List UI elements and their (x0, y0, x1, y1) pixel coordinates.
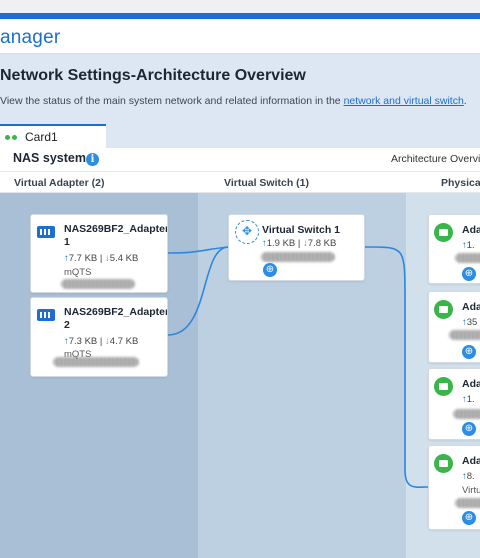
page-description: View the status of the main system netwo… (0, 95, 467, 107)
physical-traffic: ↑1. (462, 394, 475, 405)
column-title: Virtual Switch (1) (224, 177, 309, 189)
physical-traffic: ↑1. (462, 240, 475, 251)
upload-value: 7.7 KB (68, 253, 98, 264)
upload-value: 7.3 KB (68, 336, 98, 347)
globe-icon: ⊕ (462, 345, 476, 359)
column-header-virtual-switch: Virtual Switch (1) (198, 171, 406, 193)
tab-card1[interactable]: Card1 (0, 124, 106, 148)
app-title: anager (0, 27, 61, 48)
adapter-name: NAS269BF2_Adapter 1 (64, 223, 168, 248)
physical-adapter-card[interactable]: Ada ↑1. ⊕ (428, 214, 480, 284)
page-title: Network Settings-Architecture Overview (0, 67, 306, 84)
physical-adapter-card[interactable]: Ada ↑8. Virtu ⊕ (428, 445, 480, 530)
physical-traffic: ↑35 (462, 317, 477, 328)
redacted-text (455, 498, 480, 508)
page-header: Network Settings-Architecture Overview V… (0, 54, 480, 122)
accent-strip (0, 13, 480, 19)
network-adapter-icon (37, 309, 55, 321)
column-title: Physical (441, 177, 480, 189)
system-name: NAS system (13, 151, 86, 165)
download-value: 4.7 KB (109, 336, 139, 347)
physical-port-icon (434, 300, 453, 319)
upload-value: 35 (466, 317, 478, 328)
separator: | (297, 238, 301, 249)
redacted-text (53, 357, 139, 367)
globe-icon: ⊕ (263, 263, 277, 277)
download-value: 7.8 KB (307, 238, 337, 249)
app-header: anager (0, 20, 480, 54)
physical-adapter-card[interactable]: Ada ↑35 ⊕ (428, 291, 480, 363)
redacted-text (61, 279, 135, 289)
globe-icon: ⊕ (462, 422, 476, 436)
physical-subtitle: Virtu (462, 485, 480, 496)
physical-name: Ada (462, 224, 480, 236)
physical-adapter-card[interactable]: Ada ↑1. ⊕ (428, 368, 480, 440)
physical-port-icon (434, 454, 453, 473)
virtual-switch-icon: ✥ (235, 220, 259, 244)
redacted-text (449, 330, 480, 340)
physical-name: Ada (462, 301, 480, 313)
switch-name: Virtual Switch 1 (262, 224, 340, 236)
separator: | (99, 253, 103, 264)
architecture-overview-label: Architecture Overvie (391, 153, 480, 165)
physical-name: Ada (462, 378, 480, 390)
switch-traffic: ↑1.9 KB | ↓7.8 KB (262, 238, 336, 249)
adapter-subtitle: mQTS (64, 267, 92, 278)
physical-traffic: ↑8. (462, 471, 475, 482)
adapter-card-1[interactable]: NAS269BF2_Adapter 1 ↑7.7 KB | ↓5.4 KB mQ… (30, 214, 168, 293)
info-icon[interactable]: i (86, 153, 99, 166)
column-header-physical: Physical (406, 171, 480, 193)
tab-bar: Card1 (0, 122, 480, 148)
virtual-switch-card[interactable]: ✥ Virtual Switch 1 ↑1.9 KB | ↓7.8 KB ⊕ (228, 214, 365, 281)
adapter-card-2[interactable]: NAS269BF2_Adapter 2 ↑7.3 KB | ↓4.7 KB mQ… (30, 297, 168, 377)
column-header-virtual-adapter: Virtual Adapter (2) (0, 171, 198, 193)
adapter-name: NAS269BF2_Adapter 2 (64, 306, 168, 331)
separator: | (99, 336, 103, 347)
redacted-text (455, 253, 480, 263)
status-dot (12, 135, 17, 140)
physical-name: Ada (462, 455, 480, 467)
tab-label: Card1 (25, 130, 58, 144)
globe-icon: ⊕ (462, 511, 476, 525)
upload-value: 1. (466, 394, 475, 405)
redacted-text (453, 409, 480, 419)
download-value: 5.4 KB (109, 253, 139, 264)
system-bar: NAS system i Architecture Overvie (0, 148, 480, 171)
status-dot (5, 135, 10, 140)
adapter-traffic: ↑7.3 KB | ↓4.7 KB (64, 336, 138, 347)
redacted-text (261, 252, 335, 262)
upload-value: 1. (466, 240, 475, 251)
upload-value: 8. (466, 471, 475, 482)
description-text: View the status of the main system netwo… (0, 95, 344, 107)
physical-port-icon (434, 223, 453, 242)
description-suffix: . (463, 95, 467, 107)
network-adapter-icon (37, 226, 55, 238)
physical-port-icon (434, 377, 453, 396)
adapter-traffic: ↑7.7 KB | ↓5.4 KB (64, 253, 138, 264)
window-top-bar (0, 0, 480, 20)
upload-value: 1.9 KB (266, 238, 296, 249)
column-title: Virtual Adapter (2) (14, 177, 105, 189)
globe-icon: ⊕ (462, 267, 476, 281)
network-virtual-switch-link[interactable]: network and virtual switch (344, 95, 464, 107)
